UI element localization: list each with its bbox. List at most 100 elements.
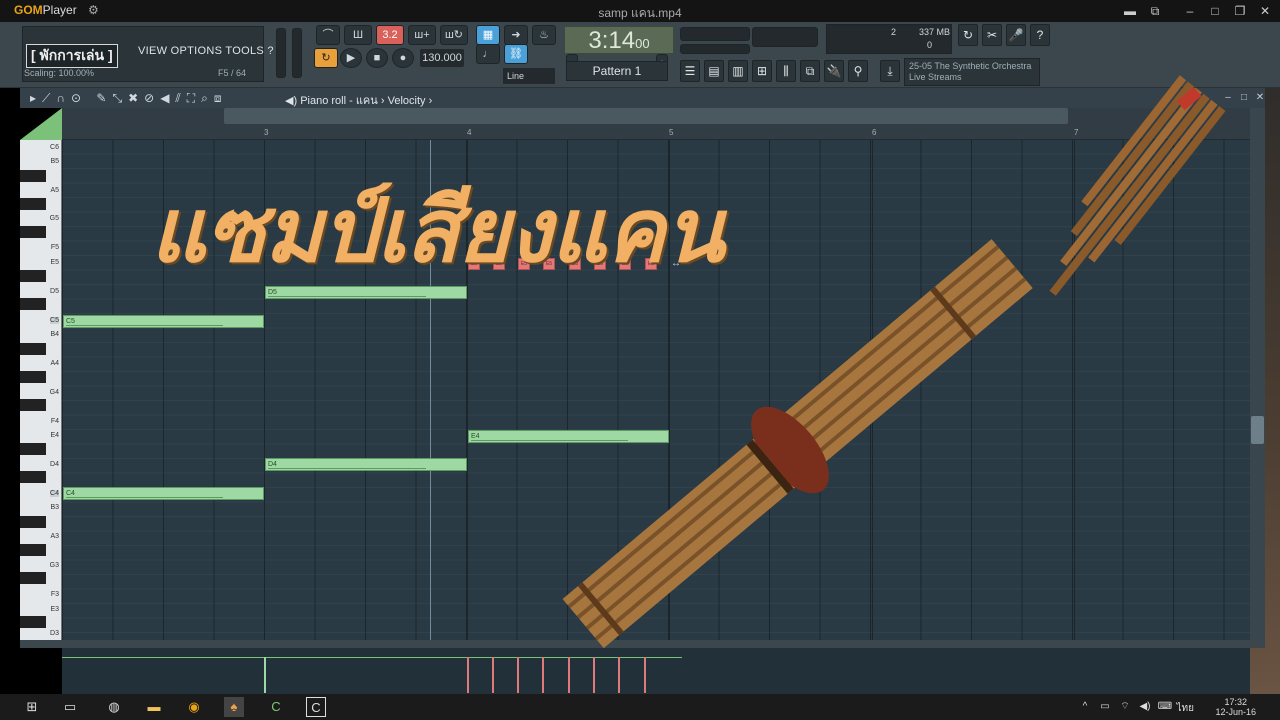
pattern-selector[interactable]: Pattern 1 (566, 61, 668, 81)
news-panel[interactable]: 25-05 The Synthetic Orchestra Live Strea… (904, 58, 1040, 86)
restore-button[interactable]: ❐ (1230, 2, 1250, 20)
file-explorer-icon[interactable]: ▬ (144, 697, 164, 717)
timeline-ruler[interactable]: 3 4 5 6 7 (62, 108, 1250, 140)
fl-studio-icon[interactable]: ♠ (224, 697, 244, 717)
app-icon[interactable]: C (306, 697, 326, 717)
mini-icon[interactable]: ⧉ (1145, 2, 1165, 20)
velocity-bar[interactable] (568, 657, 570, 693)
close-button[interactable]: ✕ (1250, 89, 1270, 107)
wait-record-icon[interactable]: Ш (344, 25, 372, 45)
multilink-icon[interactable]: ♨ (532, 25, 556, 45)
master-pitch-slider[interactable] (292, 28, 302, 78)
loop-record-icon[interactable]: ш↻ (440, 25, 468, 45)
key-label: C5 (50, 317, 59, 324)
minimize-button[interactable]: – (1180, 2, 1200, 20)
velocity-bar[interactable] (492, 657, 494, 693)
pin-icon[interactable]: ▬ (1120, 2, 1140, 20)
step-sequencer-icon[interactable]: ▤ (704, 60, 724, 82)
pattern-song-toggle[interactable]: 3.2 (376, 25, 404, 45)
metronome-icon[interactable]: ⌒ (316, 25, 340, 45)
velocity-bar[interactable] (593, 657, 595, 693)
record-button[interactable]: ● (392, 48, 414, 68)
tempo-display[interactable]: 130.000 (420, 49, 464, 67)
step-edit-icon[interactable]: ш+ (408, 25, 436, 45)
search-icon[interactable]: ◍ (104, 697, 124, 717)
velocity-bar[interactable] (542, 657, 544, 693)
target-breadcrumb[interactable]: Velocity (388, 95, 426, 107)
microphone-icon[interactable]: 🎤 (1006, 24, 1026, 46)
velocity-bar[interactable] (467, 657, 469, 693)
task-view-icon[interactable]: ▭ (60, 697, 80, 717)
piano-roll-tools[interactable]: ▸⟋∩⊙ ✎⤡✖⊘◀⫽⛶⌕⧈ (30, 91, 228, 106)
link-icon[interactable]: ⛓ (504, 44, 528, 64)
key-label: G5 (49, 215, 59, 222)
tempo-tapper-icon[interactable]: ⚲ (848, 60, 868, 82)
song-time-display[interactable]: 3:1400 (564, 26, 674, 54)
note-d4[interactable]: D4 (265, 458, 467, 471)
download-icon[interactable]: ⤓ (880, 60, 900, 82)
black-key[interactable] (20, 170, 46, 182)
black-key[interactable] (20, 471, 46, 483)
velocity-bar[interactable] (517, 657, 519, 693)
event-lane-divider[interactable] (20, 640, 1265, 648)
close-button[interactable]: ✕ (1255, 2, 1275, 20)
scroll-thumb[interactable] (1251, 416, 1264, 444)
bar-number: 5 (669, 128, 674, 137)
horizontal-scrollbar[interactable] (224, 108, 1068, 124)
tray-chevron-icon[interactable]: ^ (1075, 697, 1095, 717)
note-c4[interactable]: C4 (63, 487, 264, 500)
vertical-scrollbar[interactable] (1250, 108, 1265, 640)
note-e4[interactable]: E4 (468, 430, 669, 443)
playlist-icon[interactable]: ☰ (680, 60, 700, 82)
snap-selector[interactable]: Line (503, 68, 555, 84)
song-position-bar[interactable] (680, 27, 750, 41)
black-key[interactable] (20, 198, 46, 210)
network-icon[interactable]: ⌔ (1115, 697, 1135, 717)
camtasia-icon[interactable]: C (266, 697, 286, 717)
keyboard-icon[interactable]: ⌨ (1155, 697, 1175, 717)
black-key[interactable] (20, 443, 46, 455)
main-menu[interactable]: VIEW OPTIONS TOOLS ? (138, 45, 274, 57)
pause-indicator: [ พักการเล่น ] (26, 44, 118, 68)
speaker-icon[interactable]: ◀) (285, 95, 297, 107)
channel-rack-icon[interactable]: ⊞ (752, 60, 772, 82)
black-key[interactable] (20, 226, 46, 238)
master-volume-slider[interactable] (276, 28, 286, 78)
play-button[interactable]: ▶ (340, 48, 362, 68)
black-key[interactable] (20, 572, 46, 584)
black-key[interactable] (20, 544, 46, 556)
browser-icon[interactable]: ⧉ (800, 60, 820, 82)
velocity-lane[interactable] (62, 648, 1250, 694)
velocity-bar[interactable] (264, 657, 266, 693)
black-key[interactable] (20, 270, 46, 282)
plugin-icon[interactable]: 🔌 (824, 60, 844, 82)
typing-keyboard-icon[interactable]: ▦ (476, 25, 500, 45)
piano-keyboard[interactable]: C6 B5 A5 G5 F5 E5 D5 C5 B4 A4 G4 F4 E4 D… (20, 140, 62, 640)
black-key[interactable] (20, 298, 46, 310)
piano-roll-icon[interactable]: ▥ (728, 60, 748, 82)
black-key[interactable] (20, 343, 46, 355)
arrow-right-icon[interactable]: ➜ (504, 25, 528, 45)
bar-number: 7 (1074, 128, 1079, 137)
loop-icon[interactable]: ↻ (314, 48, 338, 68)
refresh-icon[interactable]: ↻ (958, 24, 978, 46)
black-key[interactable] (20, 399, 46, 411)
taskbar-clock[interactable]: 17:32 12-Jun-16 (1215, 697, 1256, 717)
note-c5[interactable]: C5 (63, 315, 264, 328)
mixer-icon[interactable]: ⫼ (776, 60, 796, 82)
black-key[interactable] (20, 371, 46, 383)
maximize-button[interactable]: □ (1205, 2, 1225, 20)
battery-icon[interactable]: ▭ (1095, 697, 1115, 717)
black-key[interactable] (20, 616, 46, 628)
step-icon[interactable]: ♩ (476, 44, 500, 64)
velocity-bar[interactable] (644, 657, 646, 693)
stop-button[interactable]: ■ (366, 48, 388, 68)
chrome-icon[interactable]: ◉ (184, 697, 204, 717)
black-key[interactable] (20, 516, 46, 528)
help-icon[interactable]: ? (1030, 24, 1050, 46)
windows-start-icon[interactable]: ⊞ (22, 697, 42, 717)
volume-icon[interactable]: ◀) (1135, 697, 1155, 717)
input-language[interactable]: ไทย (1177, 701, 1194, 716)
velocity-bar[interactable] (618, 657, 620, 693)
scissors-icon[interactable]: ✂ (982, 24, 1002, 46)
